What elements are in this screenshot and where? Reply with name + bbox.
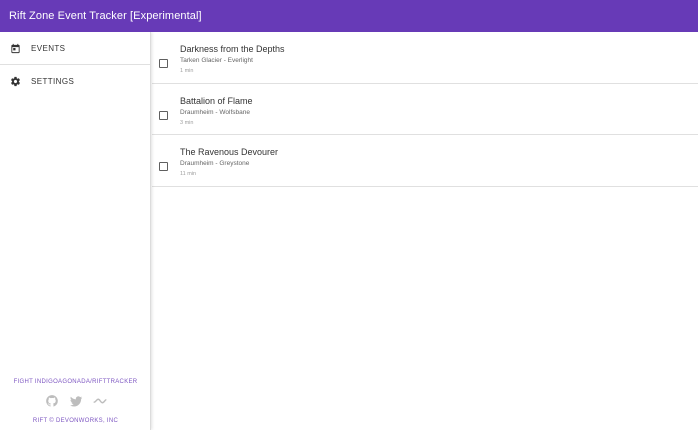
list-item: Darkness from the Depths Tarken Glacier … xyxy=(152,32,698,84)
app-bar: Rift Zone Event Tracker [Experimental] xyxy=(0,0,698,32)
list-item: The Ravenous Devourer Draumheim - Greyst… xyxy=(152,135,698,187)
calendar-icon xyxy=(10,43,21,54)
sidebar-item-settings[interactable]: SETTINGS xyxy=(0,65,150,97)
event-location: Draumheim - Greystone xyxy=(180,160,250,167)
event-title: The Ravenous Devourer xyxy=(180,147,279,157)
event-time: 11 min xyxy=(180,171,197,177)
copyright-text: RIFT © DEVONWORKS, INC xyxy=(32,418,119,424)
github-repo-link[interactable]: FIGHT INDIGOAGONADA/RIFTTRACKER xyxy=(0,379,151,385)
event-location: Draumheim - Wolfsbane xyxy=(180,108,250,116)
gear-icon xyxy=(10,76,21,87)
sidebar: EVENTS SETTINGS FIGHT INDIGOAGONADA/RIFT… xyxy=(0,32,151,430)
event-list: Darkness from the Depths Tarken Glacier … xyxy=(152,32,698,430)
event-checkbox[interactable] xyxy=(159,162,168,171)
event-location: Tarken Glacier - Everlight xyxy=(180,57,253,64)
social-links xyxy=(0,394,151,408)
event-checkbox[interactable] xyxy=(159,110,168,120)
event-title: Darkness from the Depths xyxy=(180,44,285,54)
app-title: Rift Zone Event Tracker [Experimental] xyxy=(9,10,202,22)
list-item: Battalion of Flame Draumheim - Wolfsbane… xyxy=(152,84,698,135)
twitter-icon[interactable] xyxy=(69,394,83,408)
sidebar-item-label: SETTINGS xyxy=(31,76,75,86)
sidebar-footer: FIGHT INDIGOAGONADA/RIFTTRACKER RIFT © D… xyxy=(0,379,151,424)
event-title: Battalion of Flame xyxy=(180,95,253,106)
github-icon[interactable] xyxy=(45,394,59,408)
sidebar-item-label: EVENTS xyxy=(31,43,66,53)
sidebar-item-events[interactable]: EVENTS xyxy=(0,32,150,64)
event-time: 1 min xyxy=(180,68,194,74)
trend-icon[interactable] xyxy=(92,394,107,408)
event-checkbox[interactable] xyxy=(159,59,168,68)
event-time: 3 min xyxy=(180,119,194,126)
